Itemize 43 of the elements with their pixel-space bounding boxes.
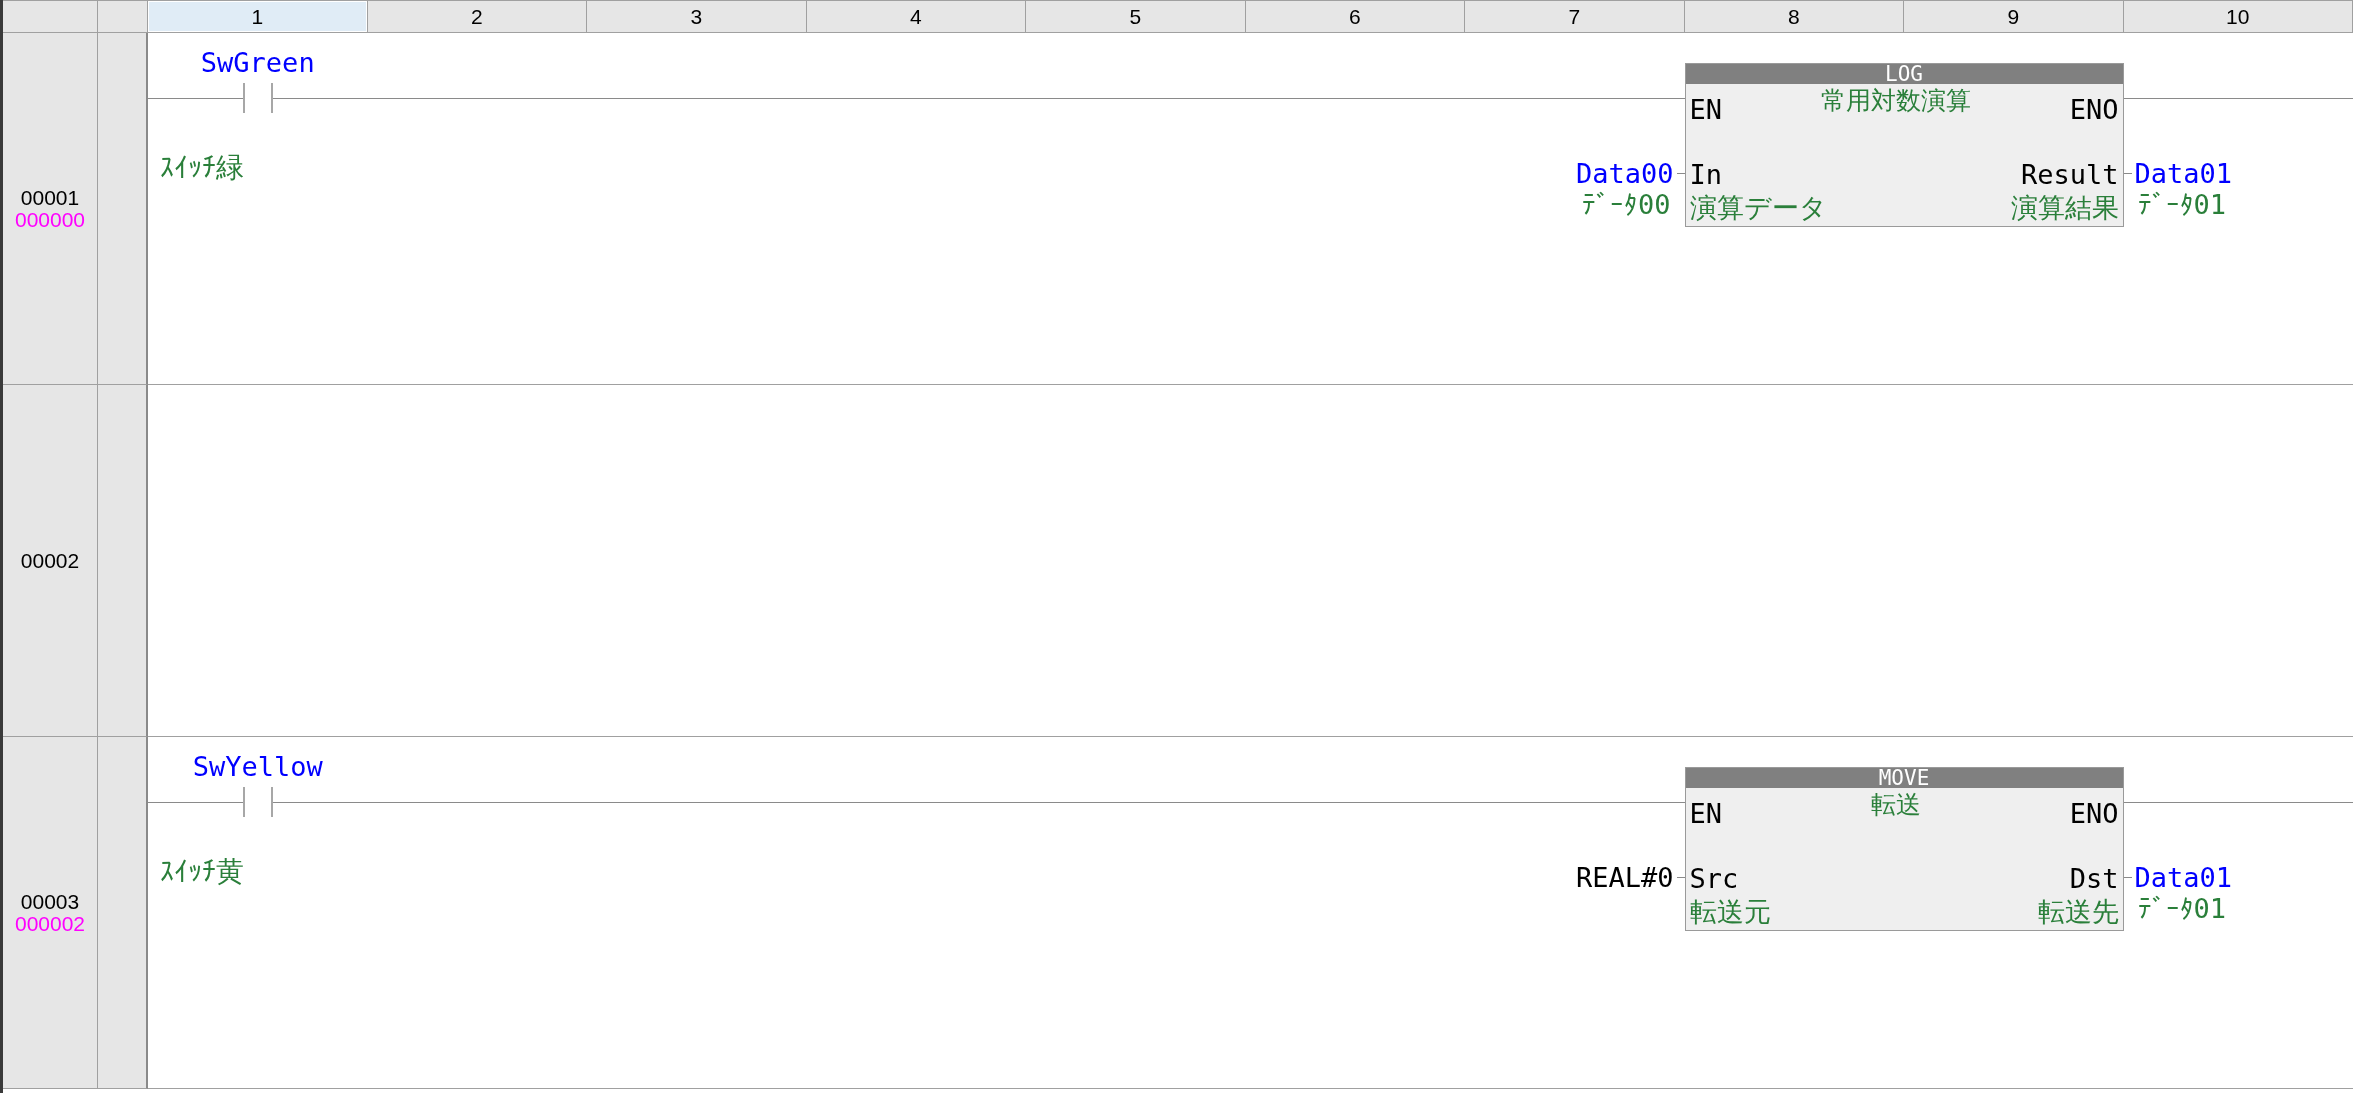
operand-comment: ﾃﾞｰﾀ01 bbox=[2137, 190, 2226, 220]
operand-comment: ﾃﾞｰﾀ00 bbox=[1582, 190, 1671, 220]
block-comment: 転送 bbox=[1870, 792, 1921, 818]
column-header[interactable]: 9 bbox=[1904, 0, 2124, 33]
pin-label: EN bbox=[1689, 94, 1722, 126]
pin-label: Result bbox=[2020, 159, 2119, 191]
pin-label: ENO bbox=[2069, 94, 2119, 126]
rung-number: 00001 bbox=[20, 186, 80, 209]
rung-number: 00002 bbox=[20, 549, 80, 572]
step-number: 000002 bbox=[14, 912, 86, 935]
column-header[interactable]: 10 bbox=[2123, 0, 2353, 33]
operand-label: REAL#0 bbox=[1575, 862, 1674, 894]
gutter-header bbox=[98, 0, 148, 33]
column-header[interactable]: 7 bbox=[1465, 0, 1685, 33]
contact-label: SwYellow bbox=[192, 752, 323, 782]
contact-label: SwGreen bbox=[200, 48, 315, 78]
column-header[interactable]: 5 bbox=[1026, 0, 1246, 33]
operand-label: Data01 bbox=[2134, 158, 2233, 190]
pin-comment: 演算データ bbox=[1689, 193, 1827, 223]
pin-comment: 転送元 bbox=[1689, 897, 1771, 927]
pin-label: In bbox=[1689, 159, 1722, 191]
pin-comment: 演算結果 bbox=[2010, 193, 2119, 223]
operand-label: Data01 bbox=[2134, 862, 2233, 894]
pin-label: EN bbox=[1689, 798, 1722, 830]
column-header[interactable]: 1 bbox=[148, 0, 368, 33]
pin-label: ENO bbox=[2069, 798, 2119, 830]
block-title: MOVE bbox=[1878, 768, 1930, 788]
operand-label: Data00 bbox=[1575, 158, 1674, 190]
column-header[interactable]: 2 bbox=[367, 0, 587, 33]
column-header[interactable]: 6 bbox=[1245, 0, 1465, 33]
block-comment: 常用対数演算 bbox=[1820, 88, 1971, 114]
pin-comment: 転送先 bbox=[2037, 897, 2119, 927]
rung-number: 00003 bbox=[20, 890, 80, 913]
operand-comment: ﾃﾞｰﾀ01 bbox=[2137, 894, 2226, 924]
step-number: 000000 bbox=[14, 208, 86, 231]
contact-comment: ｽｲｯﾁ緑 bbox=[160, 153, 244, 183]
pin-label: Src bbox=[1689, 863, 1739, 895]
contact-comment: ｽｲｯﾁ黄 bbox=[160, 857, 244, 887]
pin-label: Dst bbox=[2069, 863, 2119, 895]
column-header[interactable]: 8 bbox=[1684, 0, 1904, 33]
block-title: LOG bbox=[1885, 64, 1923, 84]
column-header[interactable]: 4 bbox=[806, 0, 1026, 33]
column-header[interactable]: 3 bbox=[587, 0, 807, 33]
